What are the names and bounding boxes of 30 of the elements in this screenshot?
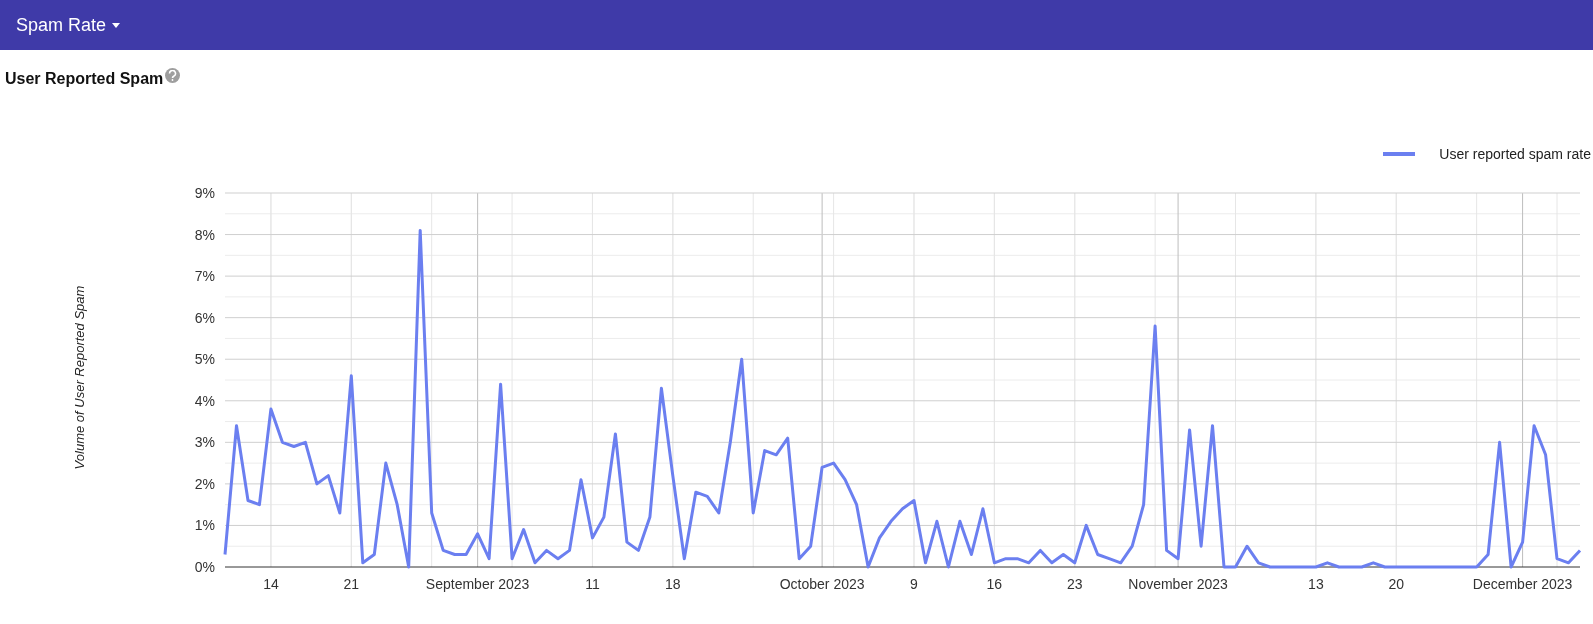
y-axis-label: 3% [194, 434, 215, 451]
y-axis-title: Volume of User Reported Spam [72, 285, 88, 469]
x-axis-label: 21 [343, 576, 360, 592]
x-axis-label: December 2023 [1472, 576, 1573, 592]
y-axis-label: 4% [194, 392, 215, 409]
legend-line-icon [1383, 152, 1415, 156]
y-axis-label: 2% [194, 475, 215, 492]
caret-icon [112, 22, 121, 28]
x-axis-label: 20 [1388, 576, 1405, 592]
x-axis-label: November 2023 [1128, 576, 1228, 592]
legend-label: User reported spam rate [1439, 146, 1591, 162]
x-axis-label: 11 [585, 576, 600, 592]
y-axis-label: 0% [194, 559, 215, 575]
x-axis-label: 23 [1066, 576, 1083, 592]
y-axis-label: 6% [194, 309, 215, 326]
y-axis-label: 8% [194, 226, 215, 243]
y-axis-label: 7% [194, 268, 215, 285]
spam-rate-menu[interactable]: Spam Rate [16, 14, 121, 36]
x-axis-label: 14 [263, 576, 279, 592]
x-axis-label: 18 [665, 576, 681, 592]
y-axis-label: 1% [194, 517, 215, 534]
section-title: User Reported Spam [5, 70, 164, 88]
x-axis-label: September 2023 [425, 576, 530, 592]
x-axis-label: 16 [986, 576, 1003, 592]
y-axis-label: 9% [194, 185, 215, 201]
x-axis-label: 9 [910, 576, 918, 592]
y-axis-label: 5% [194, 351, 215, 368]
help-icon[interactable] [165, 67, 181, 83]
x-axis-label: October 2023 [779, 576, 865, 592]
x-axis-label: 13 [1308, 576, 1324, 592]
